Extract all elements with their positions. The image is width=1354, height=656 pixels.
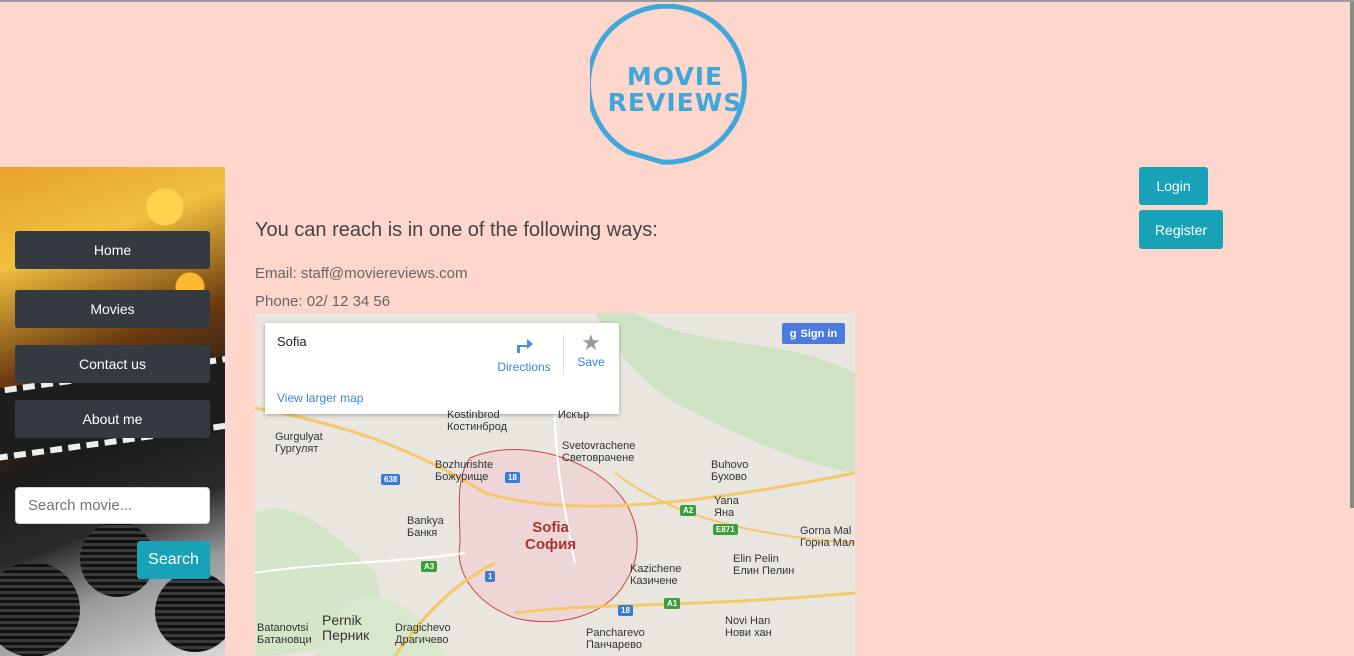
card-divider (563, 335, 564, 375)
search-input[interactable] (15, 487, 210, 524)
sign-in-label: Sign in (800, 327, 838, 340)
google-g-icon: g (789, 327, 797, 340)
map-place-label: Pancharevo Панчарево (586, 627, 645, 651)
window-top-border (0, 0, 1354, 2)
nav-about-button[interactable]: About me (15, 400, 210, 438)
view-larger-map-link[interactable]: View larger map (277, 391, 363, 405)
road-shield: 638 (381, 474, 401, 485)
map-city-label: Sofia София (525, 519, 577, 553)
register-button[interactable]: Register (1139, 210, 1223, 249)
map-place-label: Gurgulyat Гургулят (275, 431, 323, 455)
road-shield: E871 (713, 524, 738, 535)
reel-decoration (155, 572, 225, 652)
directions-label: Directions (497, 360, 551, 374)
nav-contact-button[interactable]: Contact us (15, 345, 210, 383)
road-shield: A2 (680, 505, 697, 516)
road-shield: 18 (618, 605, 633, 616)
nav-movies-button[interactable]: Movies (15, 290, 210, 328)
map-place-label: Svetovrachene Световрачене (562, 440, 636, 464)
map-place-label: Novi Han Нови хан (725, 615, 772, 639)
map-place-name: Sofia (277, 334, 307, 349)
map-place-label: Elin Pelin Елин Пелин (733, 553, 795, 577)
contact-phone: Phone: 02/ 12 34 56 (255, 293, 391, 310)
map-place-label: Gorna MalГорна Малина (800, 525, 855, 549)
map-place-label: Kazichene Казичене (630, 563, 682, 587)
map-place-label: Buhovo Бухово (711, 459, 749, 483)
map-info-card: Sofia Directions ★ Save View larger map (265, 323, 619, 414)
road-shield: 18 (505, 472, 520, 483)
page-scrollbar[interactable] (1350, 2, 1354, 508)
road-shield: A3 (421, 561, 438, 572)
site-logo[interactable]: MOVIE REVIEWS (585, 3, 760, 166)
road-shield: A1 (664, 598, 681, 609)
save-label: Save (577, 355, 605, 369)
login-button[interactable]: Login (1139, 167, 1208, 205)
map-place-label: Bankya Банкя (407, 515, 444, 539)
logo-text-movie: MOVIE (626, 62, 724, 91)
star-icon: ★ (581, 330, 601, 355)
directions-icon (517, 339, 533, 353)
contact-email: Email: staff@moviereviews.com (255, 265, 468, 282)
map-place-label: Искър (558, 409, 590, 421)
save-button[interactable]: ★ Save (571, 330, 611, 370)
embedded-map[interactable]: Sofia Directions ★ Save View larger map … (255, 313, 855, 656)
map-place-label: Yana Яна (714, 495, 739, 519)
search-button[interactable]: Search (137, 541, 210, 579)
road-shield: 1 (485, 571, 496, 582)
reel-decoration (0, 562, 80, 656)
map-sign-in-button[interactable]: g Sign in (782, 323, 845, 344)
logo-text-reviews: REVIEWS (607, 88, 743, 117)
map-place-label: Batanovtsi Батановци (257, 622, 312, 646)
map-place-label: Pernik Перник (322, 612, 370, 643)
map-place-label: Dragichevo Драгичево (395, 622, 451, 646)
nav-home-button[interactable]: Home (15, 231, 210, 269)
directions-button[interactable]: Directions (494, 333, 554, 374)
map-place-label: Bozhurishte Божурище (435, 459, 494, 483)
contact-heading: You can reach is in one of the following… (255, 219, 658, 241)
map-place-label: Kostinbrod Костинброд (447, 409, 507, 433)
